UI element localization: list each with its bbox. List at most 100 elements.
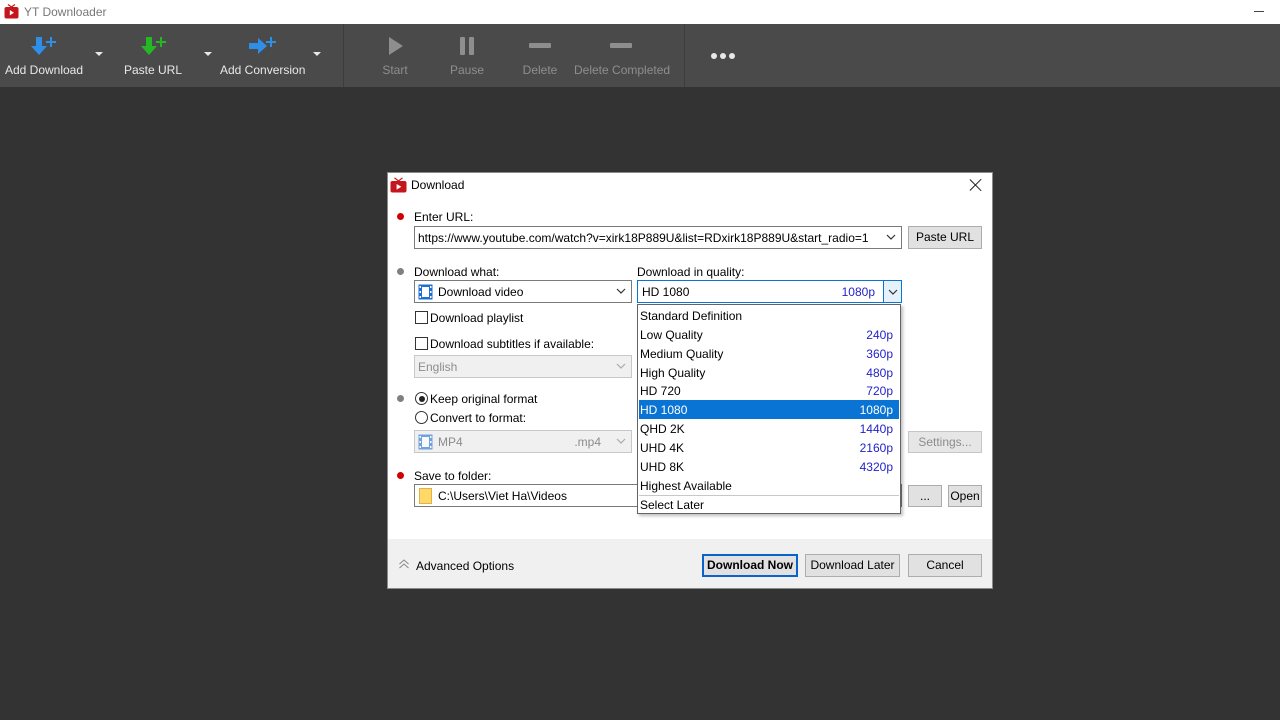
chevron-down-icon[interactable] (616, 286, 626, 296)
youtube-tv-icon (390, 177, 407, 193)
chevron-down-icon (616, 438, 626, 444)
keep-original-format-label: Keep original format (430, 392, 538, 406)
paste-url-button[interactable]: Paste URL (118, 24, 188, 87)
quality-option-resolution: 1080p (859, 403, 893, 418)
more-options-icon[interactable] (706, 46, 740, 66)
add-conversion-button[interactable]: Add Conversion (220, 24, 306, 87)
quality-option-resolution: 1440p (859, 422, 893, 437)
download-playlist-checkbox[interactable] (415, 311, 428, 324)
dialog-footer: Advanced Options Download Now Download L… (388, 539, 992, 588)
quality-option-resolution: 720p (866, 384, 893, 399)
format-name: MP4 (438, 435, 463, 449)
quality-option-name: QHD 2K (640, 422, 685, 437)
minus-icon (610, 43, 632, 48)
quality-option[interactable]: Standard Definition (639, 306, 899, 325)
chevron-down-icon (616, 363, 626, 369)
quality-select[interactable]: HD 1080 1080p (637, 280, 902, 303)
dialog-title: Download (411, 178, 465, 192)
quality-option-name: HD 1080 (640, 403, 688, 418)
convert-format-radio[interactable] (415, 411, 428, 424)
chevron-down-icon[interactable] (886, 232, 896, 242)
quality-option[interactable]: Medium Quality 360p (639, 344, 899, 363)
delete-label: Delete (522, 63, 558, 77)
settings-button[interactable]: Settings... (908, 431, 982, 453)
chevron-down-icon[interactable] (94, 50, 104, 58)
add-download-label: Add Download (4, 63, 84, 77)
minus-icon (529, 43, 551, 48)
delete-completed-label: Delete Completed (574, 63, 671, 77)
download-playlist-label: Download playlist (430, 311, 524, 325)
pause-button[interactable]: Pause (444, 24, 490, 87)
pause-label: Pause (449, 63, 485, 77)
quality-option-name: Low Quality (640, 327, 703, 342)
app-title: YT Downloader (24, 5, 107, 19)
chevron-down-icon[interactable] (312, 50, 322, 58)
download-what-label: Download what: (414, 265, 500, 279)
quality-option-resolution: 480p (866, 365, 893, 380)
start-label: Start (382, 63, 408, 77)
quality-option-name: Standard Definition (640, 309, 743, 323)
close-button[interactable] (968, 177, 984, 193)
delete-button[interactable]: Delete (517, 24, 563, 87)
download-now-button[interactable]: Download Now (702, 554, 798, 577)
paste-url-dialog-button[interactable]: Paste URL (908, 226, 982, 249)
quality-option[interactable]: Low Quality 240p (639, 325, 899, 344)
quality-option-name: Medium Quality (640, 346, 724, 361)
add-download-button[interactable]: Add Download (0, 24, 88, 87)
quality-selected-res: 1080p (841, 285, 875, 299)
format-select[interactable]: MP4 .mp4 (414, 430, 632, 453)
folder-icon (419, 488, 432, 504)
subtitle-language-select[interactable]: English (414, 355, 632, 378)
quality-option-name: HD 720 (640, 384, 681, 399)
quality-option-name: Select Later (640, 497, 705, 512)
toolbar-separator (684, 24, 685, 87)
advanced-options-toggle[interactable]: Advanced Options (398, 556, 514, 574)
toolbar-separator (343, 24, 344, 87)
subtitle-language-value: English (418, 360, 458, 374)
quality-option[interactable]: UHD 4K 2160p (639, 438, 899, 457)
cancel-button[interactable]: Cancel (908, 554, 982, 577)
quality-option-resolution: 4320p (859, 459, 893, 474)
quality-dropdown-toggle[interactable] (883, 281, 901, 302)
quality-option[interactable]: High Quality 480p (639, 363, 899, 382)
download-what-value: Download video (438, 285, 524, 299)
video-file-icon (418, 434, 433, 450)
quality-dropdown-list: Standard Definition Low Quality 240p Medium… (637, 304, 901, 514)
open-folder-button[interactable]: Open (948, 485, 982, 507)
quality-option-name: UHD 8K (640, 459, 685, 474)
enter-url-label: Enter URL: (414, 210, 474, 224)
quality-option[interactable]: UHD 8K 4320p (639, 457, 899, 476)
browse-folder-button[interactable]: ... (908, 485, 942, 507)
youtube-tv-icon (4, 4, 19, 19)
add-download-icon (31, 37, 56, 55)
download-later-button[interactable]: Download Later (805, 554, 900, 577)
pause-icon (460, 37, 474, 55)
url-input[interactable]: https://www.youtube.com/watch?v=xirk18P8… (414, 226, 902, 249)
chevron-down-icon[interactable] (203, 50, 213, 58)
start-button[interactable]: Start (372, 24, 418, 87)
keep-original-format-radio[interactable] (415, 392, 428, 405)
quality-option[interactable]: Select Later (639, 495, 899, 514)
section-bullet (397, 268, 404, 275)
quality-option-name: High Quality (640, 365, 706, 380)
folder-path-value: C:\Users\Viet Ha\Videos (438, 489, 567, 503)
quality-option-resolution: 2160p (859, 440, 893, 455)
quality-selected-name: HD 1080 (642, 285, 690, 299)
minimize-button[interactable] (1252, 2, 1268, 20)
download-what-select[interactable]: Download video (414, 280, 632, 303)
quality-option[interactable]: HD 1080 1080p (639, 400, 899, 420)
format-ext: .mp4 (574, 435, 601, 449)
quality-option-name: Highest Available (640, 478, 732, 493)
quality-option[interactable]: Highest Available (639, 476, 899, 495)
quality-option[interactable]: QHD 2K 1440p (639, 419, 899, 438)
play-icon (389, 37, 403, 55)
download-subtitles-label: Download subtitles if available: (430, 337, 595, 351)
delete-completed-button[interactable]: Delete Completed (574, 24, 671, 87)
add-conversion-label: Add Conversion (220, 63, 306, 77)
paste-url-icon (141, 37, 166, 55)
download-quality-label: Download in quality: (637, 265, 745, 279)
quality-option-name: UHD 4K (640, 440, 685, 455)
chevron-down-icon (888, 289, 898, 295)
download-subtitles-checkbox[interactable] (415, 337, 428, 350)
quality-option[interactable]: HD 720 720p (639, 381, 899, 400)
